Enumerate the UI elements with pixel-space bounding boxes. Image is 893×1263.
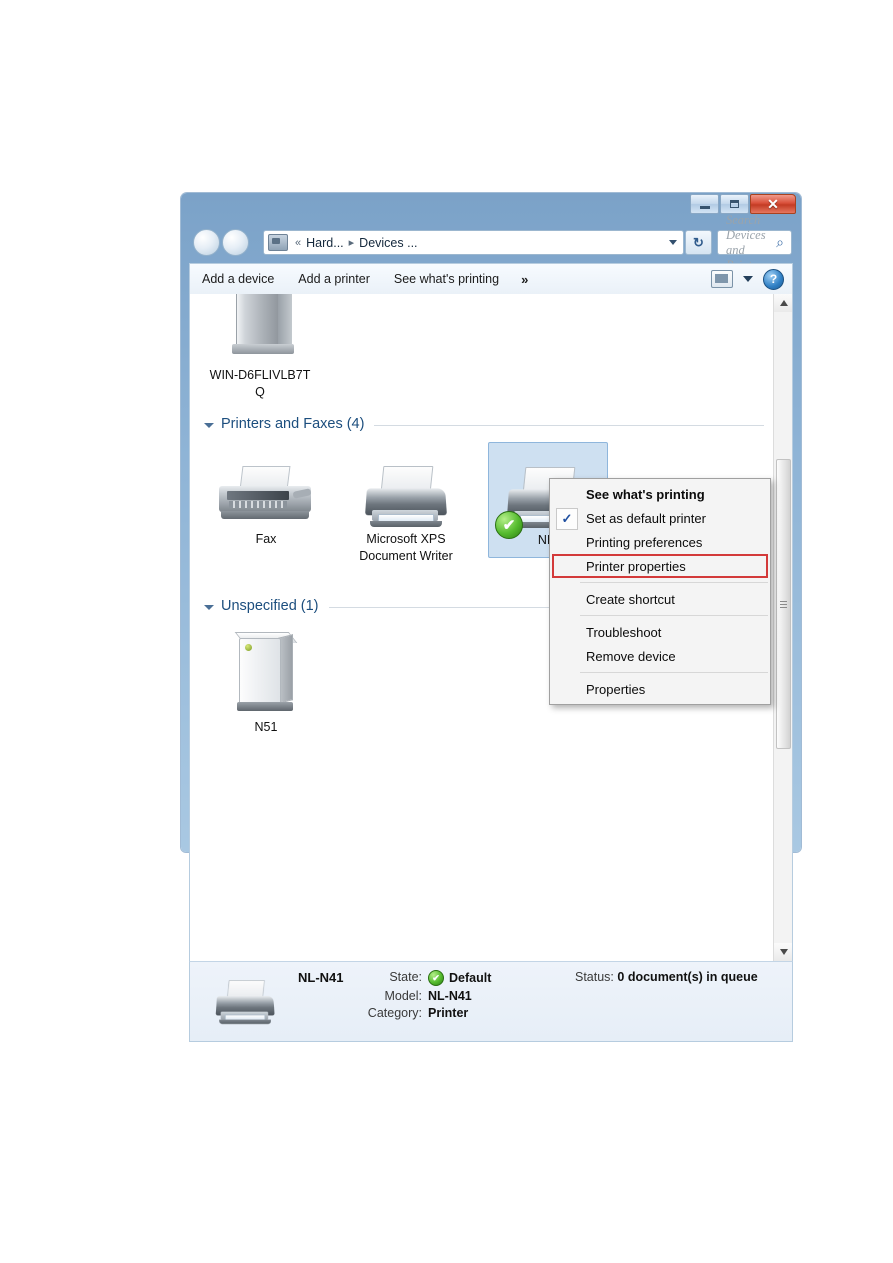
collapse-triangle-icon[interactable] xyxy=(204,422,214,428)
breadcrumb-overflow-chevron[interactable]: « xyxy=(292,237,304,249)
refresh-icon: ↻ xyxy=(693,234,704,250)
maximize-icon xyxy=(730,200,739,208)
toolbar-right-group: ? xyxy=(711,268,792,290)
forward-button[interactable] xyxy=(222,229,249,256)
device-label-line1: Microsoft XPS xyxy=(366,532,446,546)
details-pane: NL-N41 State: ✔ Default Model: NL-N41 Ca… xyxy=(189,961,793,1042)
help-icon[interactable]: ? xyxy=(763,268,784,290)
context-menu-item-set-as-default-printer[interactable]: ✓ Set as default printer xyxy=(550,506,770,530)
fax-icon xyxy=(217,466,315,530)
device-label: Fax xyxy=(255,532,277,546)
context-menu-item-remove-device[interactable]: Remove device xyxy=(550,644,770,668)
chevron-up-icon xyxy=(779,300,788,306)
details-value: Printer xyxy=(428,1006,469,1020)
device-label-line2: Q xyxy=(255,385,265,399)
details-row-category: Category: Printer xyxy=(360,1006,491,1020)
device-tile-computer[interactable]: WIN-D6FLIVLB7T Q xyxy=(202,294,318,400)
details-key: State: xyxy=(389,970,422,984)
device-tile-fax[interactable]: Fax xyxy=(208,466,324,547)
minimize-button[interactable] xyxy=(690,194,719,214)
context-menu-item-label: Set as default printer xyxy=(586,510,706,526)
breadcrumb-devices[interactable]: Devices ... xyxy=(357,236,419,250)
breadcrumb-hardware[interactable]: Hard... xyxy=(304,236,346,250)
toolbar-overflow-icon[interactable]: » xyxy=(511,272,538,287)
minimize-icon xyxy=(699,205,710,209)
breadcrumb-separator-icon: ▸ xyxy=(348,237,355,249)
context-menu-separator xyxy=(552,615,768,616)
context-menu-item-see-whats-printing[interactable]: See what's printing xyxy=(550,482,770,506)
see-whats-printing-button[interactable]: See what's printing xyxy=(382,272,511,286)
scrollbar-thumb[interactable] xyxy=(776,459,791,749)
window-control-buttons: ✕ xyxy=(690,194,796,214)
details-key: Model: xyxy=(384,989,422,1003)
device-tile-xps-writer[interactable]: Microsoft XPS Document Writer xyxy=(348,466,464,564)
device-tile-n51[interactable]: N51 xyxy=(208,632,324,735)
context-menu-separator xyxy=(552,582,768,583)
scroll-up-button[interactable] xyxy=(774,294,792,312)
group-header-printers-and-faxes[interactable]: Printers and Faxes (4) xyxy=(204,416,764,432)
details-row-state: State: ✔ Default xyxy=(360,970,491,986)
details-value: NL-N41 xyxy=(428,989,472,1003)
navigation-buttons xyxy=(193,229,249,256)
title-bar: ✕ xyxy=(185,193,797,226)
details-row-model: Model: NL-N41 xyxy=(360,989,491,1003)
group-title: Printers and Faxes (4) xyxy=(221,416,365,432)
details-status: Status: 0 document(s) in queue xyxy=(575,970,758,984)
device-label-line2: Document Writer xyxy=(359,549,453,563)
printer-icon xyxy=(360,466,452,530)
device-label: N51 xyxy=(254,720,278,734)
details-value: ✔ Default xyxy=(428,970,491,986)
details-value-text: Default xyxy=(449,971,492,985)
default-printer-badge-icon: ✔ xyxy=(495,511,523,539)
scrollbar-grip-icon xyxy=(780,600,787,608)
details-printer-icon xyxy=(212,980,304,1044)
devices-folder-icon xyxy=(268,234,288,251)
address-dropdown-icon[interactable] xyxy=(669,240,677,245)
chevron-down-icon xyxy=(779,949,788,955)
context-menu-item-printing-preferences[interactable]: Printing preferences xyxy=(550,530,770,554)
details-status-value: 0 document(s) in queue xyxy=(617,970,758,984)
context-menu-item-create-shortcut[interactable]: Create shortcut xyxy=(550,587,770,611)
default-check-icon: ✔ xyxy=(428,970,444,986)
chevron-down-icon[interactable] xyxy=(743,276,753,282)
address-bar[interactable]: « Hard... ▸ Devices ... xyxy=(263,230,684,255)
refresh-button[interactable]: ↻ xyxy=(685,230,712,255)
device-label-line1: WIN-D6FLIVLB7T xyxy=(209,368,311,382)
close-button[interactable]: ✕ xyxy=(750,194,796,214)
group-title: Unspecified (1) xyxy=(221,598,319,614)
change-view-icon[interactable] xyxy=(711,270,733,288)
page-root: manualshi com ✕ xyxy=(0,0,893,1263)
group-divider xyxy=(374,425,764,426)
context-menu-item-printer-properties[interactable]: Printer properties xyxy=(552,554,768,578)
address-bar-row: « Hard... ▸ Devices ... ↻ Search Devices… xyxy=(185,213,797,272)
search-box[interactable]: Search Devices and Printers ⌕ xyxy=(717,213,792,272)
printer-context-menu: See what's printing ✓ Set as default pri… xyxy=(549,478,771,705)
command-toolbar: Add a device Add a printer See what's pr… xyxy=(189,263,793,295)
back-button[interactable] xyxy=(193,229,220,256)
context-menu-item-properties[interactable]: Properties xyxy=(550,677,770,701)
add-a-device-button[interactable]: Add a device xyxy=(190,272,286,286)
details-key: Category: xyxy=(367,1006,422,1020)
details-device-name: NL-N41 xyxy=(298,970,344,985)
context-menu-separator xyxy=(552,672,768,673)
collapse-triangle-icon[interactable] xyxy=(204,604,214,610)
maximize-button[interactable] xyxy=(720,194,749,214)
close-icon: ✕ xyxy=(767,196,779,212)
context-menu-item-troubleshoot[interactable]: Troubleshoot xyxy=(550,620,770,644)
computer-icon xyxy=(220,294,300,366)
vertical-scrollbar[interactable] xyxy=(773,294,792,961)
tower-computer-icon xyxy=(231,632,301,718)
search-icon: ⌕ xyxy=(776,234,784,250)
scroll-down-button[interactable] xyxy=(774,943,792,961)
details-property-list: State: ✔ Default Model: NL-N41 Category:… xyxy=(360,970,491,1023)
add-a-printer-button[interactable]: Add a printer xyxy=(286,272,382,286)
checkmark-icon: ✓ xyxy=(556,508,578,530)
details-status-key: Status: xyxy=(575,970,614,984)
